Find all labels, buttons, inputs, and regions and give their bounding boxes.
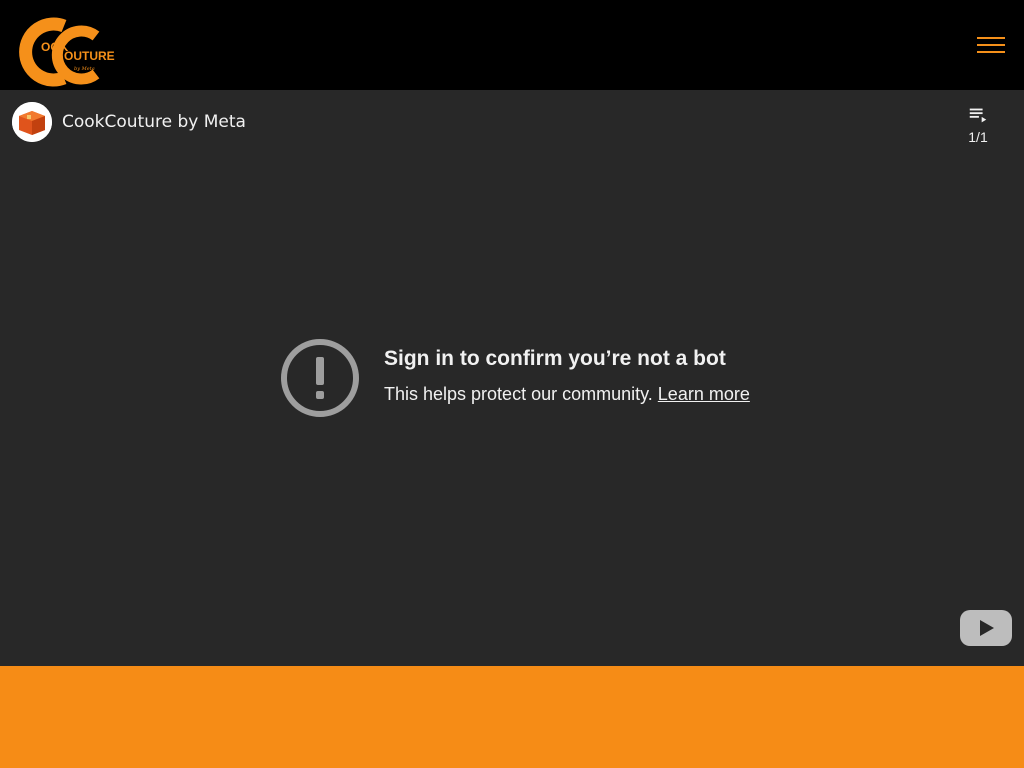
playlist-icon xyxy=(969,108,987,123)
hamburger-menu-icon[interactable] xyxy=(977,34,1005,56)
svg-text:by Meta: by Meta xyxy=(74,66,95,72)
orange-footer-band xyxy=(0,666,1024,768)
playlist-count: 1/1 xyxy=(968,129,988,145)
error-message: This helps protect our community. Learn … xyxy=(384,384,750,405)
error-message-text: This helps protect our community. xyxy=(384,384,653,404)
video-title[interactable]: CookCouture by Meta xyxy=(62,112,246,132)
video-embed: CookCouture by Meta 1/1 Sign in to confi… xyxy=(0,90,1024,666)
learn-more-link[interactable]: Learn more xyxy=(658,384,750,404)
channel-avatar[interactable] xyxy=(12,102,52,142)
playlist-button[interactable]: 1/1 xyxy=(958,104,998,150)
cookcouture-logo[interactable]: OOK OUTURE by Meta xyxy=(18,16,118,88)
bot-check-message: Sign in to confirm you’re not a bot This… xyxy=(280,338,780,420)
youtube-logo-icon[interactable] xyxy=(960,610,1012,646)
site-header: OOK OUTURE by Meta xyxy=(0,0,1024,90)
exclamation-circle-icon xyxy=(280,338,360,418)
error-title: Sign in to confirm you’re not a bot xyxy=(384,347,726,370)
svg-text:OUTURE: OUTURE xyxy=(64,49,115,63)
